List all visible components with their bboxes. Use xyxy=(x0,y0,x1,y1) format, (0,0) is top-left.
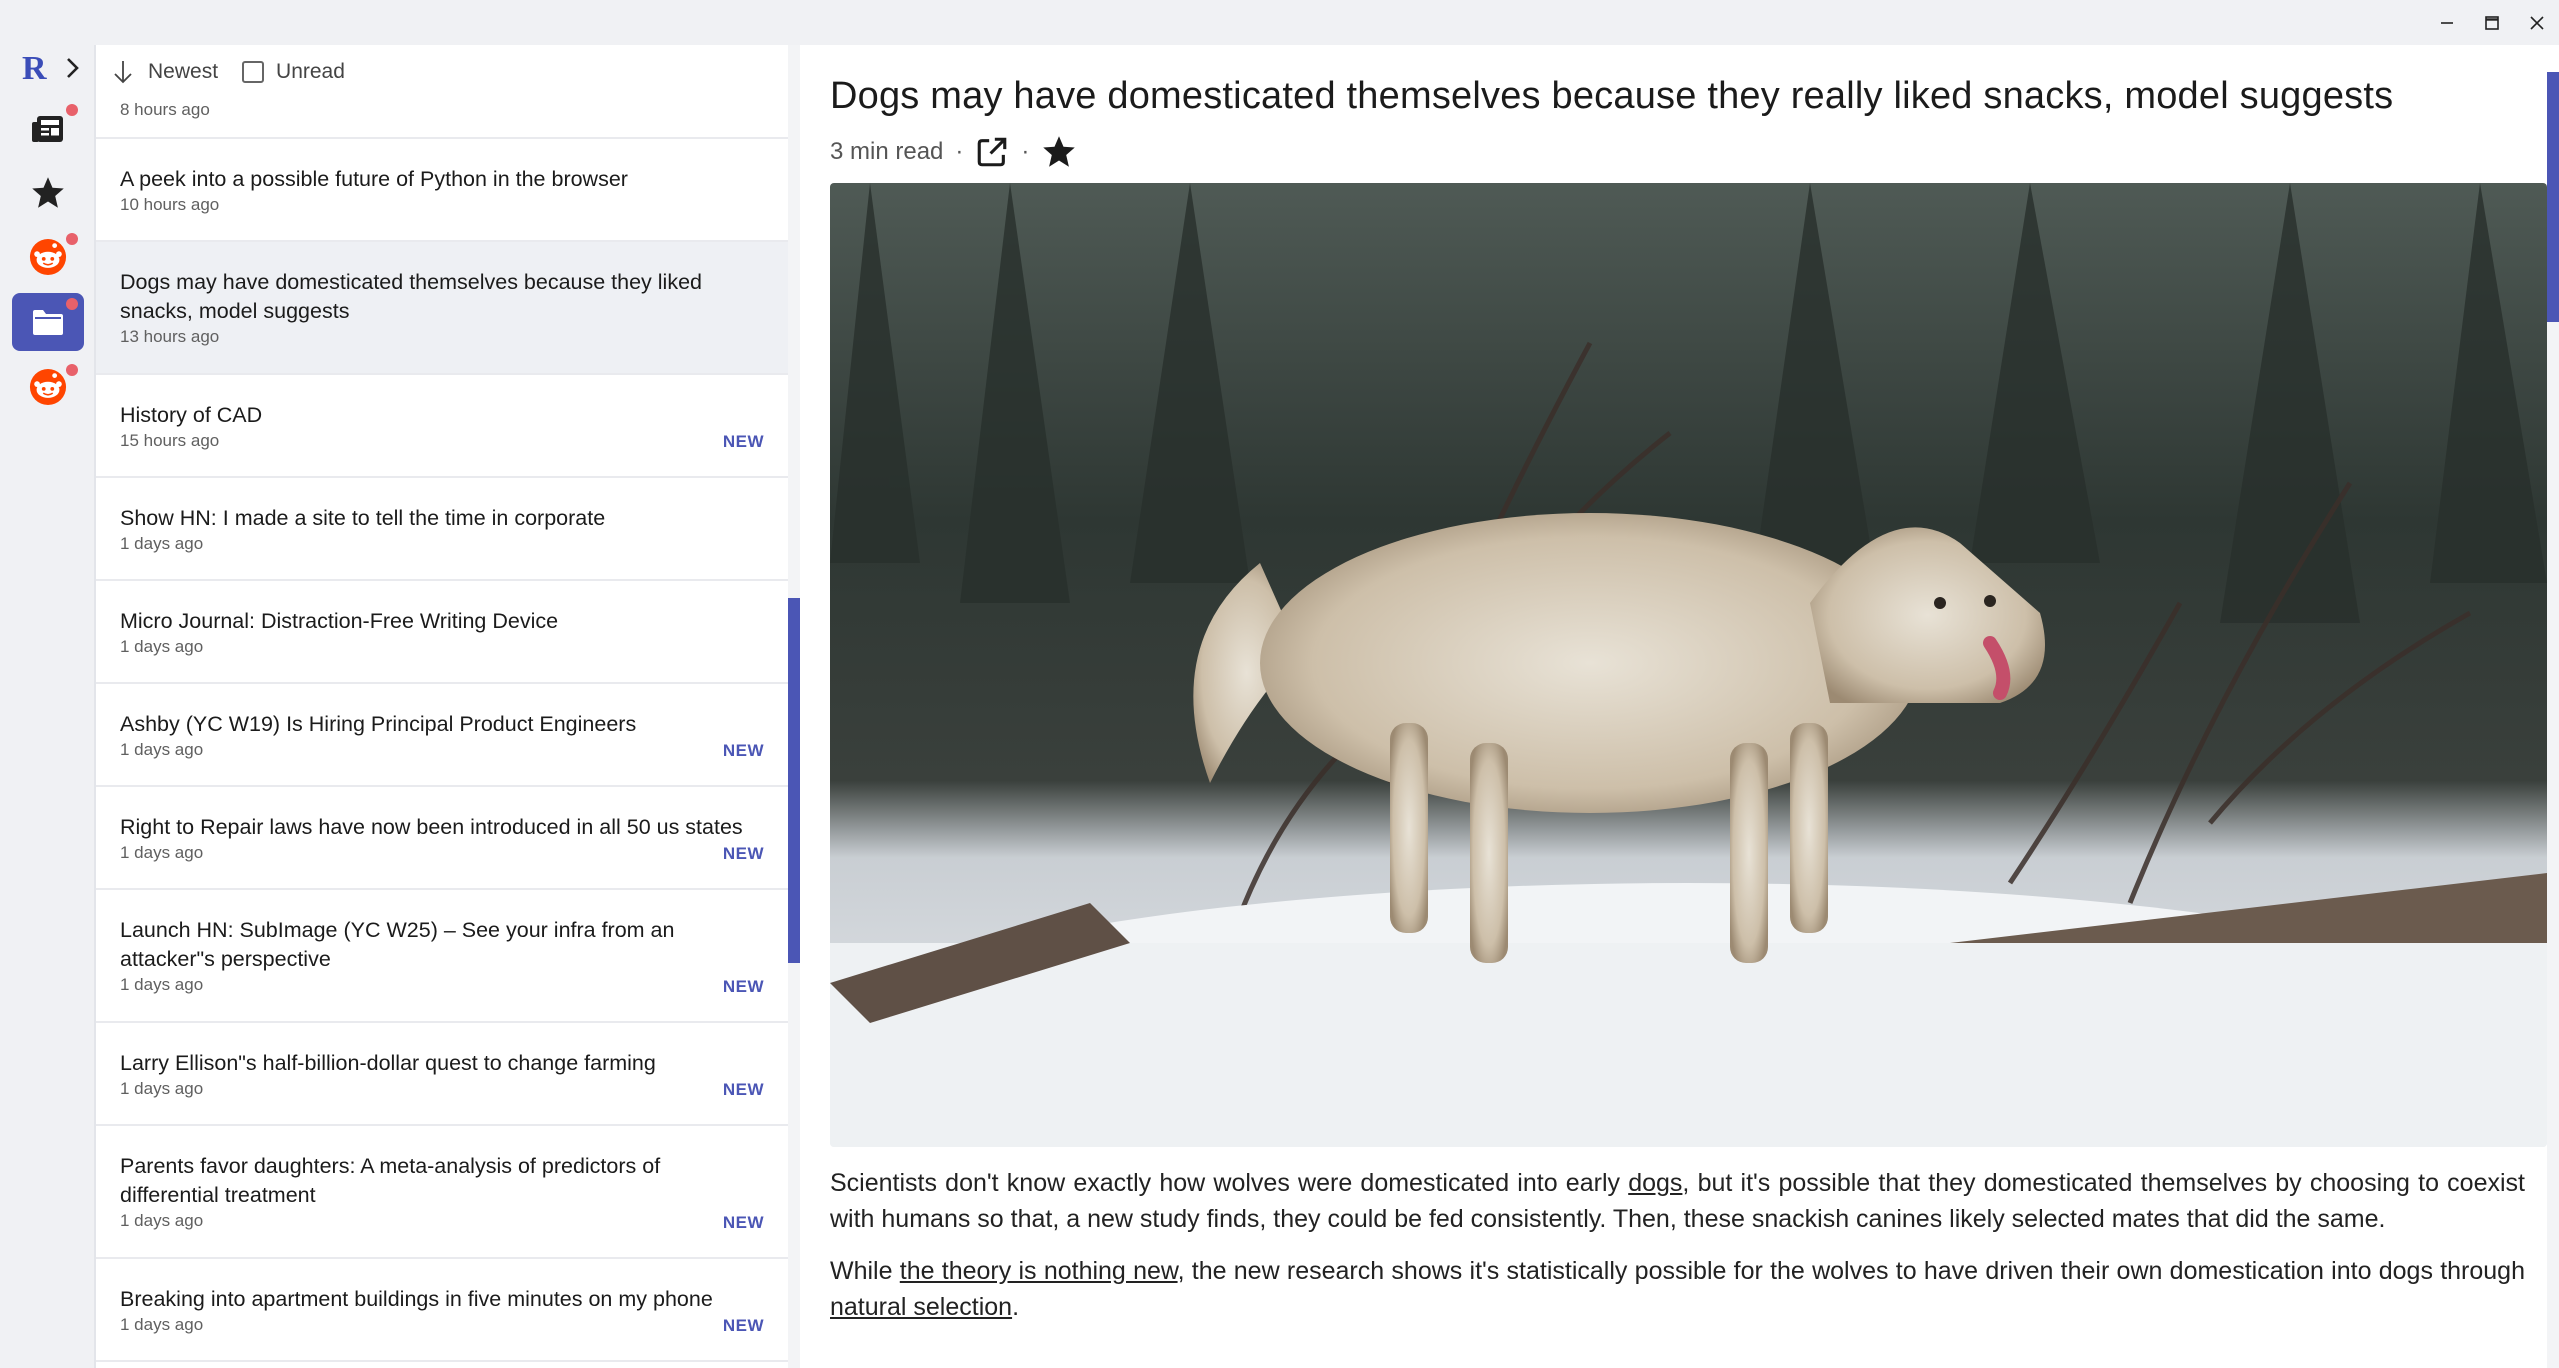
new-badge: NEW xyxy=(722,844,764,863)
article-body: Scientists don't know exactly how wolves… xyxy=(830,1165,2525,1341)
item-time: 1 days ago xyxy=(120,534,204,553)
item-time: 1 days ago xyxy=(120,1079,204,1098)
notification-dot xyxy=(66,104,78,116)
item-title: History of CAD xyxy=(120,403,263,427)
minimize-button[interactable] xyxy=(2424,0,2469,45)
item-title: Micro Journal: Distraction-Free Writing … xyxy=(120,609,559,633)
list-item[interactable]: Dogs may have domesticated themselves be… xyxy=(96,242,788,375)
star-icon xyxy=(32,177,64,208)
separator: · xyxy=(1021,138,1030,165)
open-external-button[interactable] xyxy=(975,135,1009,169)
item-time: 1 days ago xyxy=(120,1211,204,1230)
link-theory[interactable]: the theory is nothing new xyxy=(900,1257,1178,1285)
close-icon xyxy=(2529,15,2544,30)
item-title: Ashby (YC W19) Is Hiring Principal Produ… xyxy=(120,712,637,736)
notification-dot xyxy=(66,298,78,310)
item-time: 13 hours ago xyxy=(120,327,220,346)
new-badge: NEW xyxy=(722,741,764,760)
chevron-right-icon xyxy=(67,58,79,78)
text: While xyxy=(830,1257,900,1285)
sort-label: Newest xyxy=(148,60,219,83)
item-title: Launch HN: SubImage (YC W25) – See your … xyxy=(120,918,675,971)
list-item[interactable]: Ashby (YC W19) Is Hiring Principal Produ… xyxy=(96,684,788,787)
link-dogs[interactable]: dogs xyxy=(1628,1169,1682,1197)
item-time: 1 days ago xyxy=(120,1315,204,1334)
list-item[interactable]: Breaking into apartment buildings in fiv… xyxy=(96,1259,788,1362)
arrow-down-icon xyxy=(114,61,132,84)
maximize-button[interactable] xyxy=(2469,0,2514,45)
article-list-pane: Newest Unread 8 hours ago A peek into a … xyxy=(94,45,802,1368)
checkbox-box[interactable] xyxy=(242,61,265,83)
separator: · xyxy=(955,138,964,165)
minimize-icon xyxy=(2440,21,2453,24)
item-time: 15 hours ago xyxy=(120,431,220,450)
star-icon xyxy=(1043,136,1076,167)
link-natural-selection[interactable]: natural selection xyxy=(830,1293,1012,1321)
newspaper-icon xyxy=(32,116,63,142)
reddit-icon xyxy=(29,368,67,406)
article-scrollbar-thumb[interactable] xyxy=(2547,72,2559,322)
item-title: Breaking into apartment buildings in fiv… xyxy=(120,1287,713,1311)
item-title: Show HN: I made a site to tell the time … xyxy=(120,506,606,530)
item-time: 10 hours ago xyxy=(120,195,220,214)
list-item[interactable]: A peek into a possible future of Python … xyxy=(96,139,788,242)
list-item[interactable]: Right to Repair laws have now been intro… xyxy=(96,787,788,890)
star-article-button[interactable] xyxy=(1041,134,1077,170)
item-title: A peek into a possible future of Python … xyxy=(120,167,628,191)
app-logo: R xyxy=(22,50,47,87)
unread-filter-checkbox[interactable]: Unread xyxy=(242,60,345,84)
list-item[interactable]: Parents favor daughters: A meta-analysis… xyxy=(96,1126,788,1259)
close-button[interactable] xyxy=(2514,0,2559,45)
item-title: Right to Repair laws have now been intro… xyxy=(120,815,743,839)
folder-icon xyxy=(33,310,63,335)
new-badge: NEW xyxy=(722,1316,764,1335)
expand-rail-button[interactable] xyxy=(60,56,84,80)
notification-dot xyxy=(66,364,78,376)
wolf-in-snow-image xyxy=(830,183,2547,1147)
list-item[interactable]: Larry Ellison"s half-billion-dollar ques… xyxy=(96,1023,788,1126)
item-time: 1 days ago xyxy=(120,843,204,862)
text: , the new research shows it's statistica… xyxy=(1177,1257,2525,1285)
new-badge: NEW xyxy=(722,432,764,451)
text: Scientists don't know exactly how wolves… xyxy=(830,1169,1629,1197)
article-title: Dogs may have domesticated themselves be… xyxy=(830,75,2394,117)
reddit-icon xyxy=(29,238,67,276)
item-time: 8 hours ago xyxy=(120,100,210,119)
article-list: 8 hours ago A peek into a possible futur… xyxy=(96,99,788,1368)
article-view: Dogs may have domesticated themselves be… xyxy=(800,45,2559,1368)
read-time: 3 min read xyxy=(830,138,944,165)
article-meta: 3 min read · · xyxy=(830,133,1077,171)
new-badge: NEW xyxy=(722,1080,764,1099)
notification-dot xyxy=(66,233,78,245)
new-badge: NEW xyxy=(722,977,764,996)
list-item[interactable]: 8 hours ago xyxy=(96,99,788,139)
new-badge: NEW xyxy=(722,1213,764,1232)
list-item[interactable]: Launch HN: SubImage (YC W25) – See your … xyxy=(96,890,788,1023)
list-item[interactable]: History of CAD 15 hours ago NEW xyxy=(96,375,788,478)
item-title: Parents favor daughters: A meta-analysis… xyxy=(120,1154,661,1207)
external-link-icon xyxy=(978,137,1007,167)
unread-label: Unread xyxy=(276,60,345,83)
list-toolbar: Newest Unread xyxy=(96,45,802,99)
maximize-icon xyxy=(2484,15,2499,30)
list-item[interactable]: Micro Journal: Distraction-Free Writing … xyxy=(96,581,788,684)
paragraph: Scientists don't know exactly how wolves… xyxy=(830,1165,2525,1237)
item-time: 1 days ago xyxy=(120,975,204,994)
item-time: 1 days ago xyxy=(120,637,204,656)
paragraph: While the theory is nothing new, the new… xyxy=(830,1253,2525,1325)
list-item[interactable]: Show HN: I made a site to tell the time … xyxy=(96,478,788,581)
rail-starred-button[interactable] xyxy=(12,164,84,222)
item-title: Dogs may have domesticated themselves be… xyxy=(120,270,703,323)
sort-newest-button[interactable]: Newest xyxy=(112,59,218,85)
item-time: 1 days ago xyxy=(120,740,204,759)
text: . xyxy=(1012,1293,1020,1321)
item-title: Larry Ellison"s half-billion-dollar ques… xyxy=(120,1051,656,1075)
article-hero-image xyxy=(830,183,2547,1147)
title-bar xyxy=(0,0,2559,45)
